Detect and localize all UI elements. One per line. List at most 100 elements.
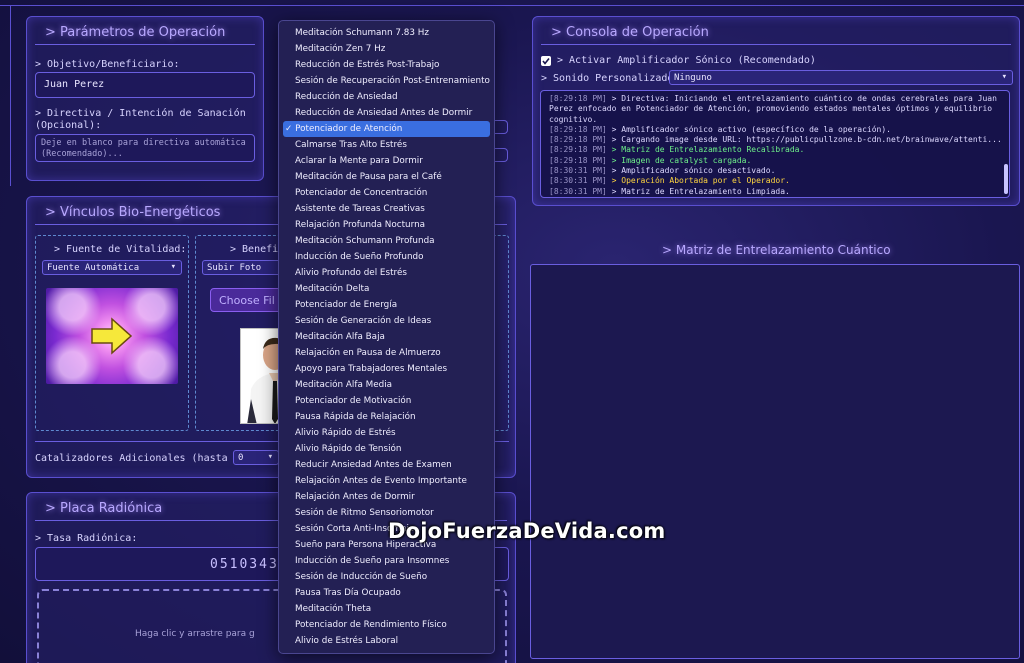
dropdown-option[interactable]: Meditación Zen 7 Hz	[283, 41, 490, 57]
log-line: cognitivo.	[549, 115, 1001, 125]
dropdown-option-label: Alivio Rápido de Tensión	[295, 444, 402, 454]
dropdown-option[interactable]: Pausa Rápida de Relajación	[283, 409, 490, 425]
dropdown-option[interactable]: Sesión de Inducción de Sueño	[283, 569, 490, 585]
sonido-label: > Sonido Personalizado:	[541, 73, 680, 84]
log-time: [8:30:31 PM]	[549, 166, 612, 176]
dropdown-option[interactable]: Aclarar la Mente para Dormir	[283, 153, 490, 169]
dropdown-option-label: Meditación Schumann 7.83 Hz	[295, 28, 429, 38]
dropdown-option[interactable]: Relajación Profunda Nocturna	[283, 217, 490, 233]
dropdown-option[interactable]: Potenciador de Motivación	[283, 393, 490, 409]
dropdown-option[interactable]: Relajación Antes de Evento Importante	[283, 473, 490, 489]
dropdown-option-label: Meditación Alfa Baja	[295, 332, 385, 342]
dropdown-option[interactable]: Potenciador de Rendimiento Físico	[283, 617, 490, 633]
dropdown-option-label: Meditación Alfa Media	[295, 380, 393, 390]
log-line: [8:29:18 PM] > Imagen de catalyst cargad…	[549, 156, 1001, 166]
dropdown-option[interactable]: Reducción de Ansiedad Antes de Dormir	[283, 105, 490, 121]
operation-log: [8:29:18 PM] > Directiva: Iniciando el e…	[540, 90, 1010, 198]
dropdown-option-label: Inducción de Sueño para Insomnes	[295, 556, 450, 566]
dropdown-option-label: Sesión de Generación de Ideas	[295, 316, 432, 326]
dropdown-option[interactable]: Reducción de Estrés Post-Trabajo	[283, 57, 490, 73]
dropdown-option[interactable]: Alivio Profundo del Estrés	[283, 265, 490, 281]
log-text: > Imagen de catalyst cargada.	[611, 155, 752, 165]
log-text: > Matriz de Entrelazamiento Limpiada.	[611, 186, 790, 196]
directiva-textarea[interactable]: Deje en blanco para directiva automática…	[35, 134, 255, 162]
fuente-select[interactable]: Fuente Automática	[42, 260, 182, 275]
check-icon	[542, 57, 550, 65]
directiva-placeholder-1: Deje en blanco para directiva automática	[41, 138, 246, 148]
dropdown-option-label: Alivio de Estrés Laboral	[295, 636, 399, 646]
dropdown-option[interactable]: Alivio Rápido de Tensión	[283, 441, 490, 457]
dropdown-option[interactable]: Meditación Alfa Baja	[283, 329, 490, 345]
dropdown-option[interactable]: Asistente de Tareas Creativas	[283, 201, 490, 217]
dropdown-option-label: Sesión de Ritmo Sensoriomotor	[295, 508, 434, 518]
dropdown-option-label: Aclarar la Mente para Dormir	[295, 156, 423, 166]
dropdown-option-label: Potenciador de Rendimiento Físico	[295, 620, 447, 630]
dropdown-option[interactable]: Potenciador de Concentración	[283, 185, 490, 201]
catalizadores-label: Catalizadores Adicionales (hasta 8):	[35, 453, 252, 464]
consola-title: > Consola de Operación	[541, 17, 1011, 45]
dropdown-option[interactable]: Meditación Delta	[283, 281, 490, 297]
dropdown-option-label: Sesión de Inducción de Sueño	[295, 572, 428, 582]
dropdown-option[interactable]: Inducción de Sueño Profundo	[283, 249, 490, 265]
dropdown-option[interactable]: ✓ Potenciador de Atención	[283, 121, 490, 137]
dropdown-option-label: Meditación Theta	[295, 604, 372, 614]
dropdown-option-label: Apoyo para Trabajadores Mentales	[295, 364, 448, 374]
log-time: [8:30:31 PM]	[549, 186, 612, 196]
dropdown-option[interactable]: Pausa Tras Día Ocupado	[283, 585, 490, 601]
dropdown-option[interactable]: Potenciador de Energía	[283, 297, 490, 313]
log-text: > Matriz de Entrelazamiento Recalibrada.	[611, 145, 805, 155]
directive-dropdown-menu[interactable]: Meditación Schumann 7.83 Hz Meditación Ze…	[278, 20, 495, 654]
dropdown-option-label: Potenciador de Concentración	[295, 188, 428, 198]
catalizadores-select[interactable]: 0	[233, 450, 279, 465]
dropdown-option-label: Potenciador de Atención	[295, 124, 403, 134]
matriz-title: > Matriz de Entrelazamiento Cuántico	[662, 243, 891, 257]
dropdown-option[interactable]: Meditación de Pausa para el Café	[283, 169, 490, 185]
dropdown-option[interactable]: Sesión de Generación de Ideas	[283, 313, 490, 329]
dropdown-option-label: Relajación Antes de Dormir	[295, 492, 415, 502]
log-scrollbar[interactable]	[1004, 164, 1008, 194]
dropdown-option[interactable]: Calmarse Tras Alto Estrés	[283, 137, 490, 153]
dropdown-option-label: Alivio Profundo del Estrés	[295, 268, 407, 278]
log-time: [8:29:18 PM]	[549, 145, 612, 155]
dropdown-option[interactable]: Relajación en Pausa de Almuerzo	[283, 345, 490, 361]
matriz-canvas[interactable]	[530, 264, 1020, 659]
dropdown-option[interactable]: Meditación Schumann Profunda	[283, 233, 490, 249]
dropdown-option[interactable]: Alivio Rápido de Estrés	[283, 425, 490, 441]
dropdown-option[interactable]: Meditación Theta	[283, 601, 490, 617]
beneficiario-label: > Benefi	[230, 244, 279, 255]
log-time: [8:30:31 PM]	[549, 176, 612, 186]
fuente-label: > Fuente de Vitalidad:	[54, 244, 187, 255]
dropdown-option[interactable]: Reducción de Ansiedad	[283, 89, 490, 105]
arrow-right-icon	[91, 317, 133, 355]
dropdown-option-label: Pausa Rápida de Relajación	[295, 412, 416, 422]
check-icon: ✓	[285, 124, 296, 134]
log-time: [8:29:18 PM]	[549, 124, 612, 134]
dropdown-option-label: Asistente de Tareas Creativas	[295, 204, 425, 214]
dropdown-option[interactable]: Reducir Ansiedad Antes de Examen	[283, 457, 490, 473]
dropdown-option-label: Meditación Zen 7 Hz	[295, 44, 386, 54]
log-text: > Cargando image desde URL: https://publ…	[611, 135, 1001, 145]
log-line: [8:29:18 PM] > Matriz de Entrelazamiento…	[549, 145, 1001, 155]
log-line: [8:29:18 PM] > Cargando image desde URL:…	[549, 135, 1001, 145]
log-text: > Amplificador sónico activo (específico…	[611, 124, 891, 134]
objetivo-input[interactable]: Juan Perez	[35, 72, 255, 98]
dropdown-option[interactable]: Sesión de Recuperación Post-Entrenamient…	[283, 73, 490, 89]
dropdown-option[interactable]: Alivio de Estrés Laboral	[283, 633, 490, 649]
amp-checkbox[interactable]	[541, 55, 551, 66]
dropdown-option-label: Relajación Profunda Nocturna	[295, 220, 426, 230]
top-bar	[0, 0, 1024, 6]
left-rail	[10, 6, 16, 186]
directiva-placeholder-2: (Recomendado)...	[41, 149, 123, 159]
dropdown-option[interactable]: Apoyo para Trabajadores Mentales	[283, 361, 490, 377]
dropdown-option[interactable]: Relajación Antes de Dormir	[283, 489, 490, 505]
dropdown-option[interactable]: Meditación Alfa Media	[283, 377, 490, 393]
dropdown-option-label: Reducir Ansiedad Antes de Examen	[295, 460, 452, 470]
dropdown-option-label: Potenciador de Motivación	[295, 396, 412, 406]
dropdown-option-label: Potenciador de Energía	[295, 300, 398, 310]
amp-label: > Activar Amplificador Sónico (Recomenda…	[557, 55, 816, 66]
dropdown-option[interactable]: Meditación Schumann 7.83 Hz	[283, 25, 490, 41]
sonido-select[interactable]: Ninguno	[669, 70, 1013, 85]
dropdown-option-label: Relajación Antes de Evento Importante	[295, 476, 467, 486]
dropdown-option[interactable]: Inducción de Sueño para Insomnes	[283, 553, 490, 569]
objetivo-label: > Objetivo/Beneficiario:	[35, 59, 180, 70]
